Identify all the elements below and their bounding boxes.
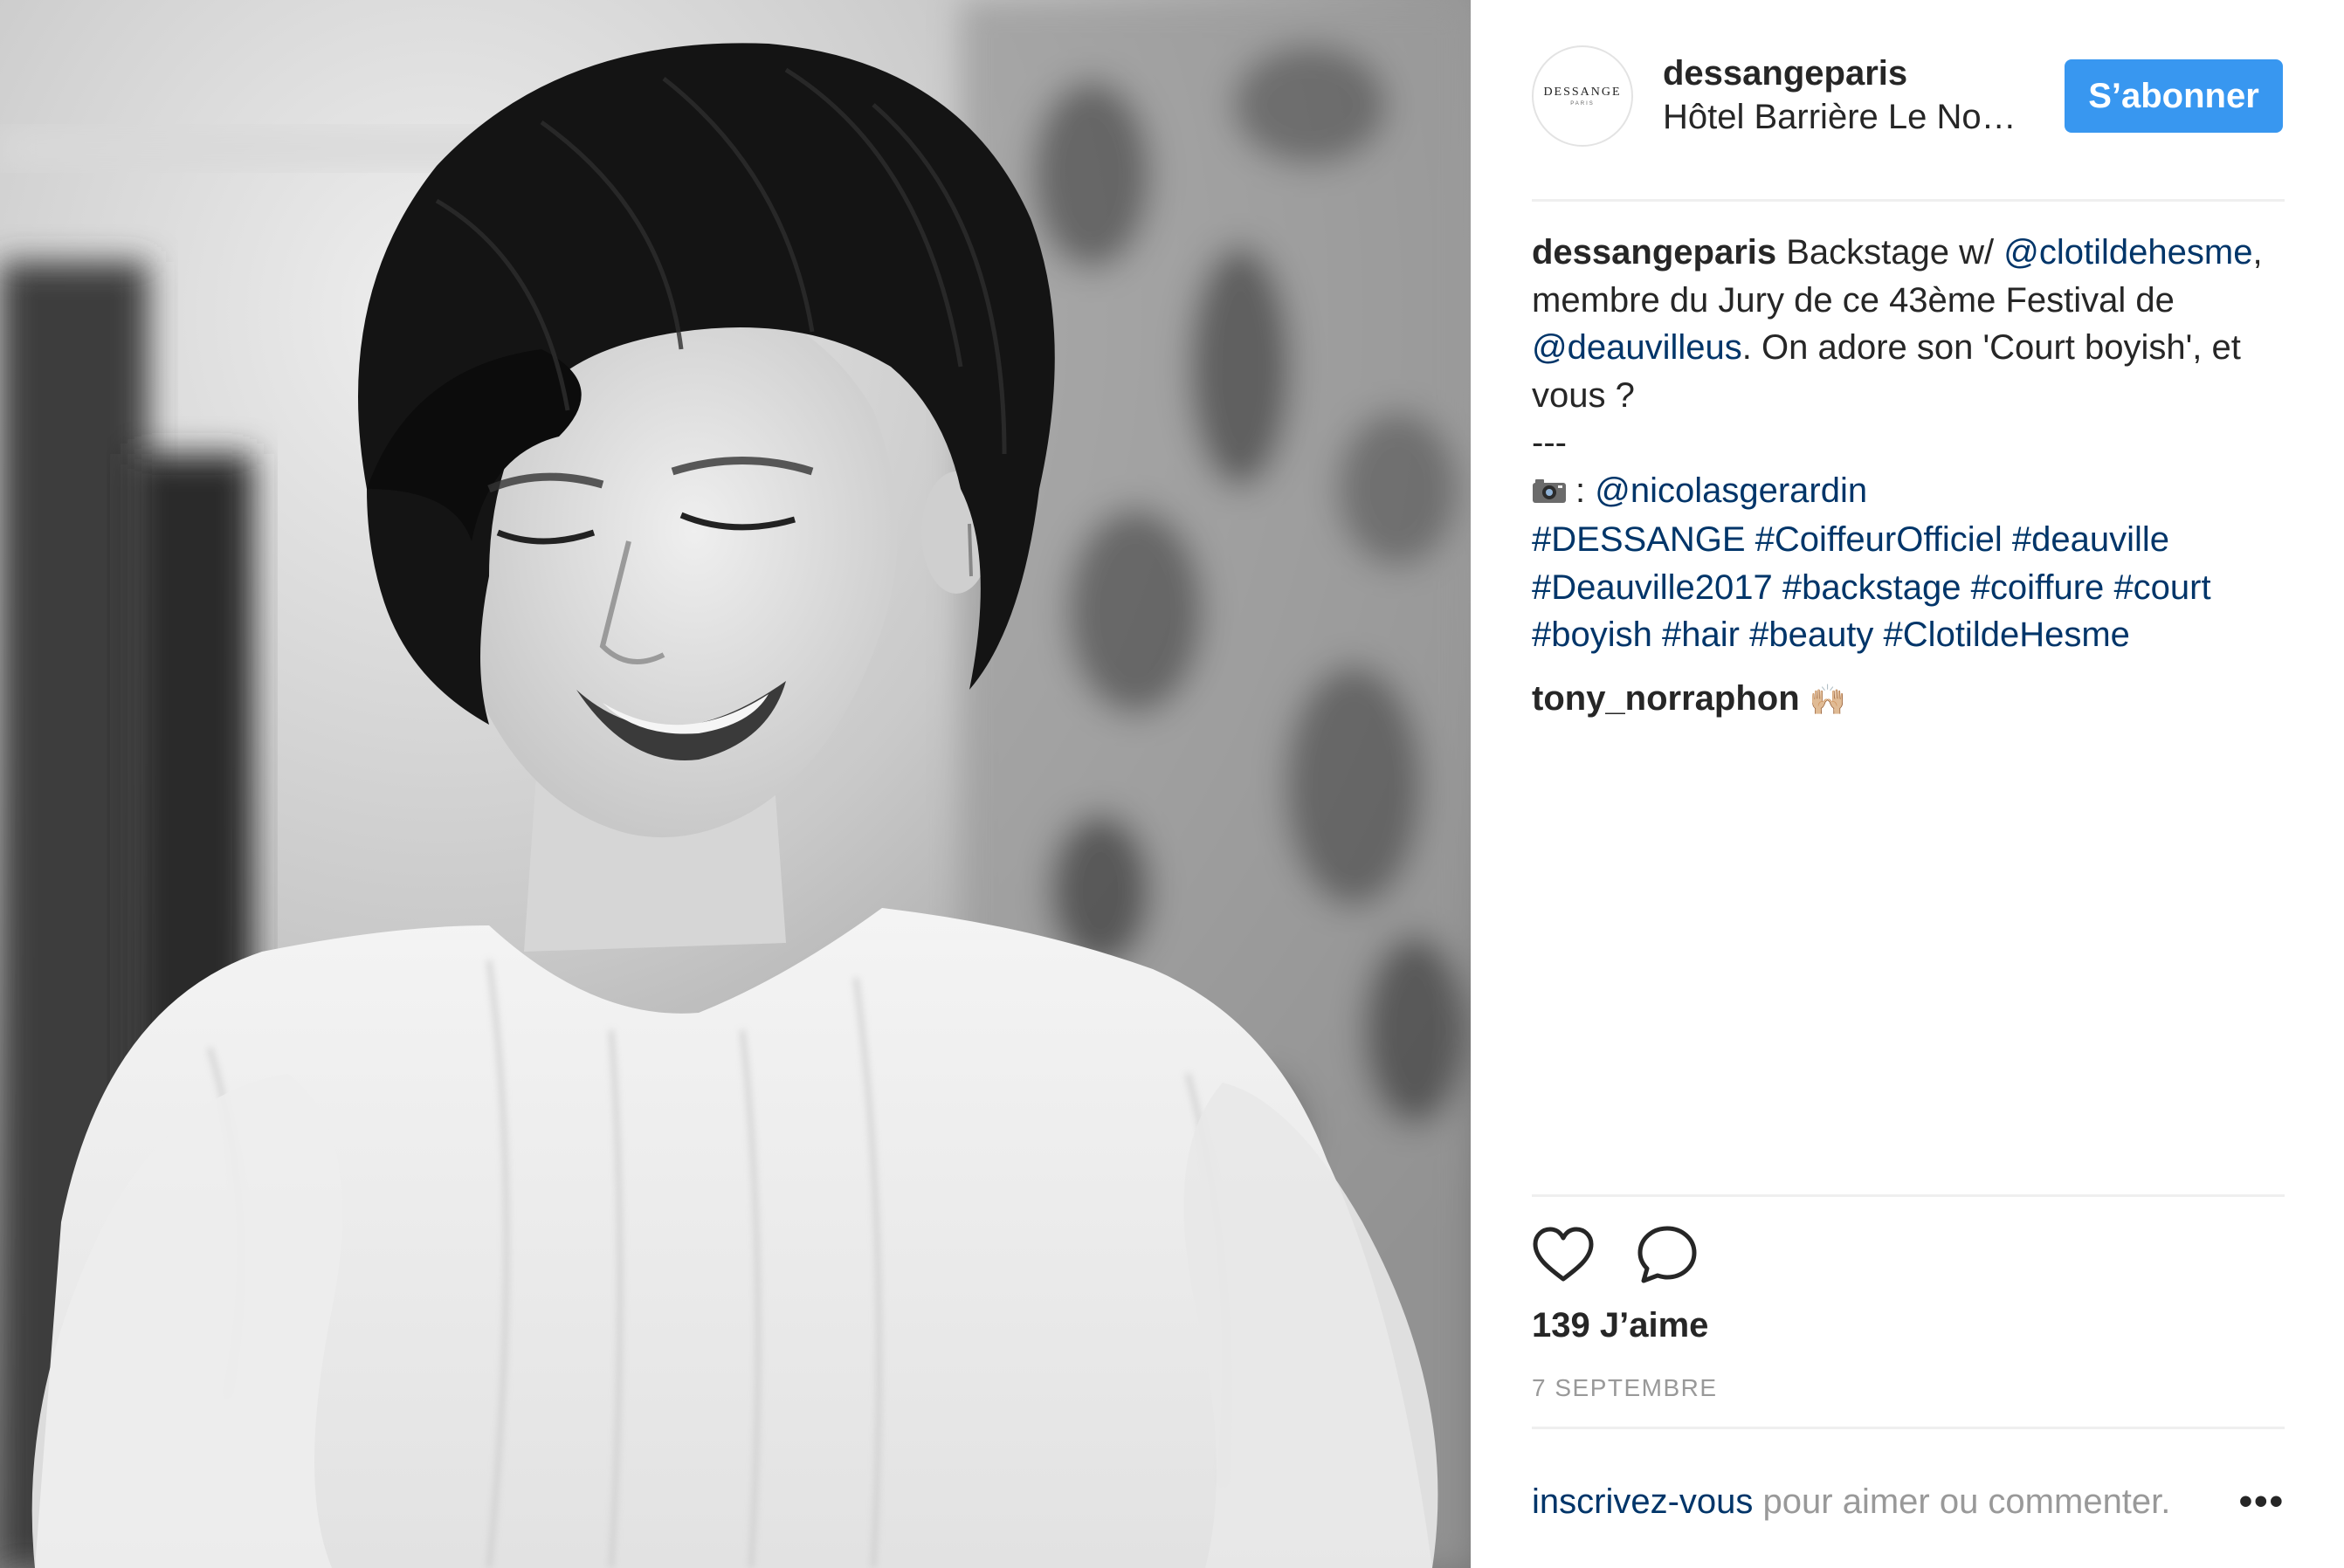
like-button[interactable]	[1532, 1223, 1598, 1286]
mention-link[interactable]: @clotildehesme	[2003, 233, 2252, 272]
hashtag-link[interactable]: #ClotildeHesme	[1884, 616, 2130, 654]
portrait-photo	[0, 0, 1471, 1568]
mention-link[interactable]: @nicolasgerardin	[1595, 471, 1867, 510]
post-actions	[1532, 1222, 1741, 1287]
camera-icon	[1532, 469, 1567, 517]
hashtag-link[interactable]: #DESSANGE	[1532, 520, 1746, 559]
caption-text-part: Backstage w/	[1776, 233, 2004, 272]
avatar[interactable]: DESSANGE PARIS	[1532, 45, 1633, 147]
hashtag-link[interactable]: #boyish	[1532, 616, 1652, 654]
post-caption: dessangeparis Backstage w/ @clotildehesm…	[1532, 229, 2285, 724]
post-date[interactable]: 7 SEPTEMBRE	[1532, 1374, 1718, 1402]
follow-button[interactable]: S’abonner	[2065, 59, 2283, 133]
avatar-logo-subtext: PARIS	[1570, 101, 1595, 107]
comment: tony_norraphon 🙌🏼	[1532, 675, 2285, 725]
hashtag-link[interactable]: #coiffure	[1971, 568, 2105, 607]
hashtag-link[interactable]: #deauville	[2012, 520, 2169, 559]
header-text: dessangeparis Hôtel Barrière Le Normandy…	[1663, 52, 2065, 140]
post-footer: inscrivez-vous pour aimer ou commenter. …	[1532, 1475, 2285, 1528]
hashtag-link[interactable]: #CoiffeurOfficiel	[1755, 520, 2003, 559]
heart-icon	[1533, 1227, 1594, 1282]
signup-text: pour aimer ou commenter.	[1753, 1482, 2171, 1521]
signup-prompt: inscrivez-vous pour aimer ou commenter.	[1532, 1482, 2170, 1522]
comment-author[interactable]: tony_norraphon	[1532, 679, 1800, 718]
caption-separator: ---	[1532, 423, 1567, 462]
header-divider	[1532, 199, 2285, 202]
signup-link[interactable]: inscrivez-vous	[1532, 1482, 1753, 1521]
like-count[interactable]: 139 J’aime	[1532, 1306, 1708, 1345]
hashtag-link[interactable]: #hair	[1662, 616, 1740, 654]
avatar-logo-text: DESSANGE	[1543, 86, 1622, 99]
more-options-icon[interactable]: •••	[2239, 1480, 2285, 1523]
hashtag-list: #DESSANGE #CoiffeurOfficiel #deauville #…	[1532, 516, 2285, 659]
hashtag-link[interactable]: #Deauville2017	[1532, 568, 1773, 607]
hashtag-link[interactable]: #beauty	[1749, 616, 1873, 654]
hashtag-link[interactable]: #court	[2113, 568, 2210, 607]
header-username[interactable]: dessangeparis	[1663, 52, 2065, 94]
raising-hands-icon: 🙌🏼	[1809, 683, 1847, 717]
hashtag-link[interactable]: #backstage	[1782, 568, 1961, 607]
instagram-post: DESSANGE PARIS dessangeparis Hôtel Barri…	[0, 0, 2344, 1568]
post-side-panel: DESSANGE PARIS dessangeparis Hôtel Barri…	[1471, 0, 2344, 1568]
caption-text: dessangeparis Backstage w/ @clotildehesm…	[1532, 229, 2285, 419]
photo-credit-prefix: :	[1575, 471, 1596, 510]
footer-divider	[1532, 1427, 2285, 1429]
comment-button[interactable]	[1637, 1223, 1703, 1286]
photo-credit-line: : @nicolasgerardin	[1532, 467, 2285, 517]
comment-icon	[1637, 1226, 1697, 1283]
header-location[interactable]: Hôtel Barrière Le Normandy Deauville	[1663, 94, 2021, 140]
caption-author[interactable]: dessangeparis	[1532, 233, 1776, 272]
post-header: DESSANGE PARIS dessangeparis Hôtel Barri…	[1532, 44, 2283, 148]
mention-link[interactable]: @deauvilleus	[1532, 328, 1742, 367]
post-photo[interactable]	[0, 0, 1471, 1568]
actions-divider	[1532, 1194, 2285, 1197]
